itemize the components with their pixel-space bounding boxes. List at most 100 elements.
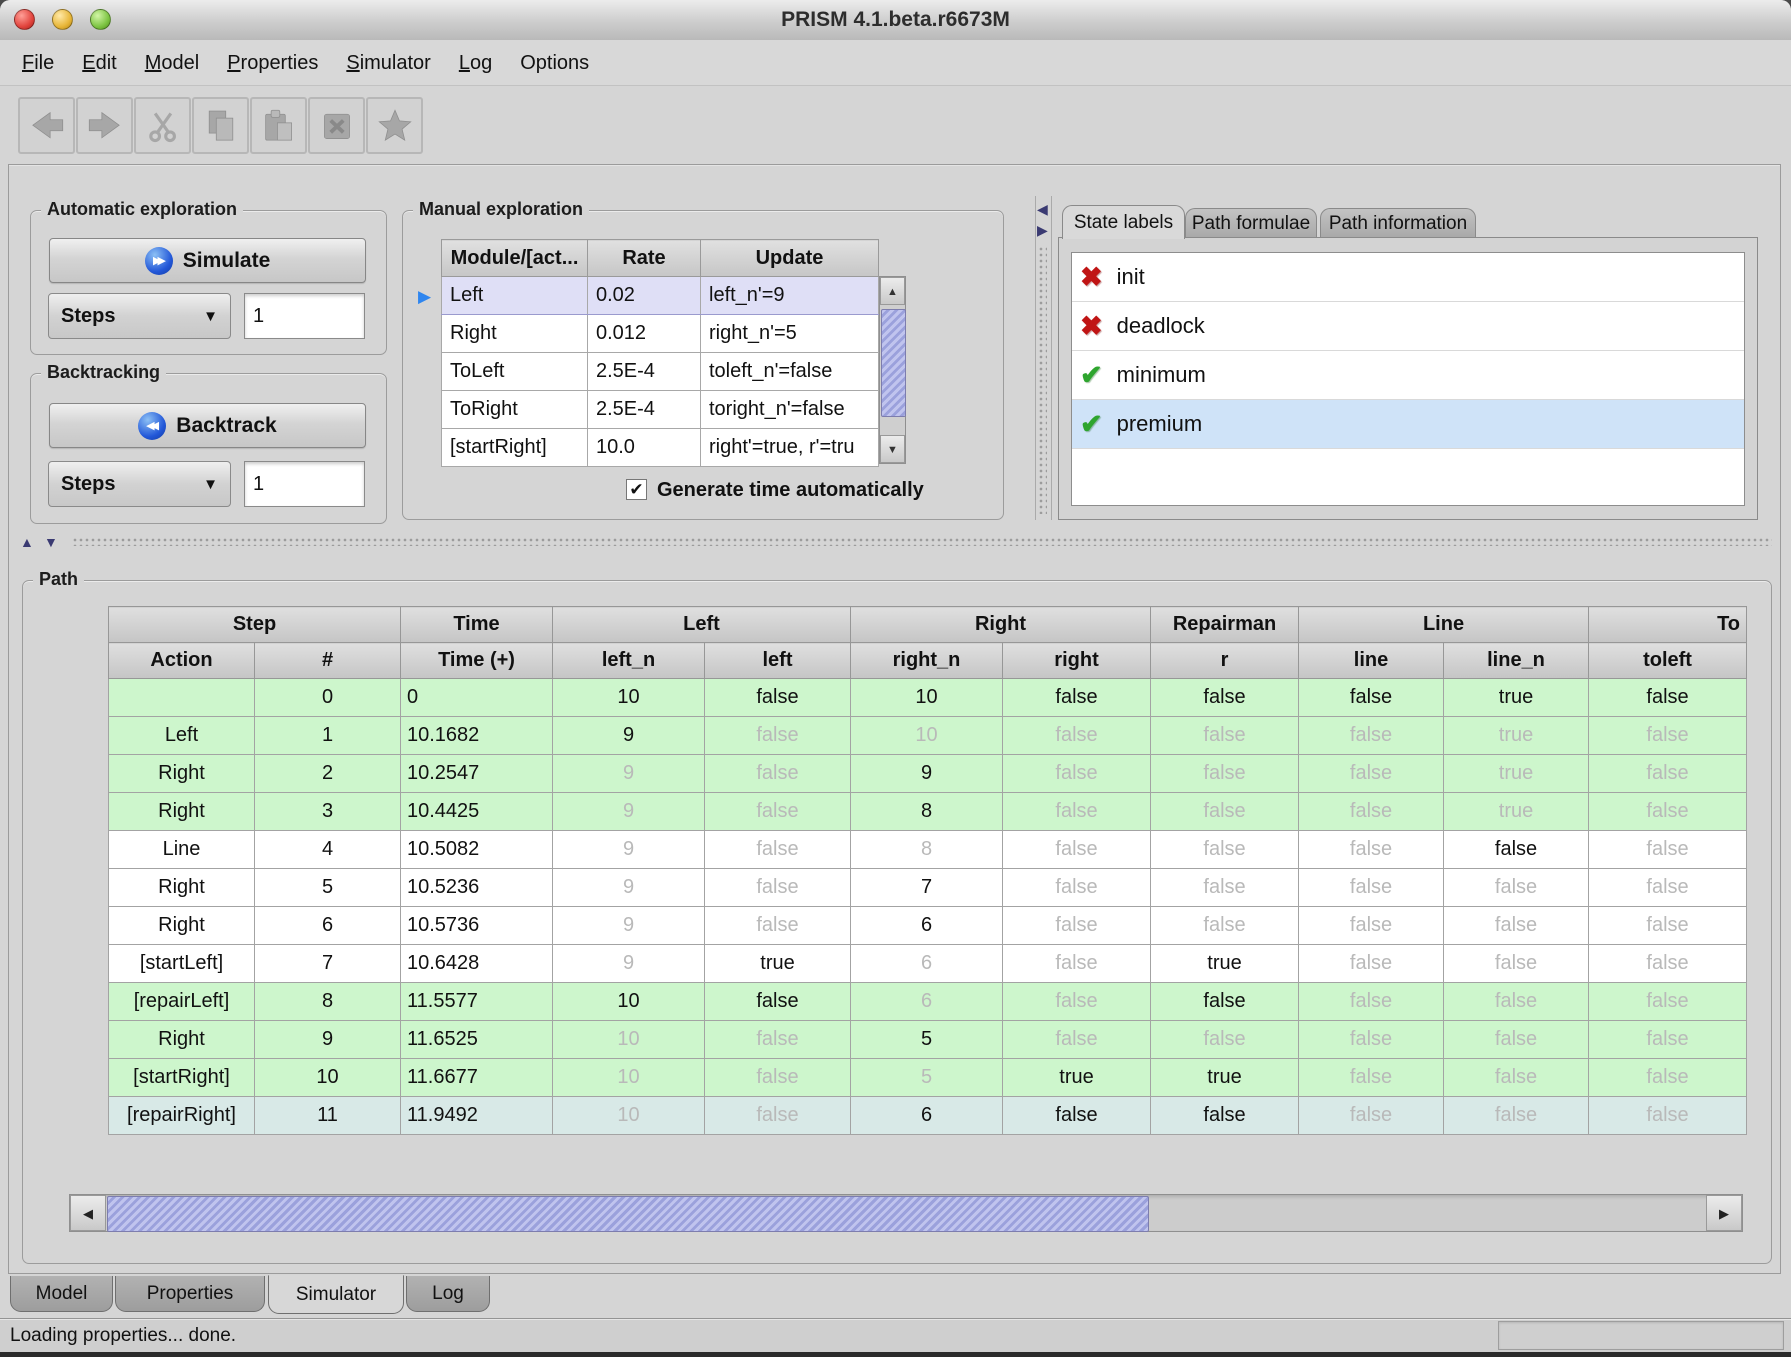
menu-edit[interactable]: Edit <box>68 40 130 86</box>
scroll-right-icon[interactable]: ▶ <box>1706 1195 1742 1231</box>
collapse-right-icon[interactable]: ▶ <box>1037 223 1048 237</box>
path-cell: 10.5736 <box>401 907 553 945</box>
horizontal-splitter[interactable]: ▲ ▼ <box>10 534 1780 549</box>
path-cell: false <box>1589 831 1747 869</box>
path-cell: 0 <box>401 679 553 717</box>
path-col-header-left-n[interactable]: left_n <box>553 643 705 679</box>
toolbar-button-forward[interactable] <box>76 97 133 154</box>
menu-log[interactable]: Log <box>445 40 506 86</box>
manual-cell: 2.5E-4 <box>588 391 701 429</box>
path-col-header-r[interactable]: r <box>1151 643 1299 679</box>
star-icon <box>373 104 417 148</box>
manual-cell: [startRight] <box>442 429 588 467</box>
path-row-9[interactable]: Right911.652510false5falsefalsefalsefals… <box>109 1021 1747 1059</box>
delete-icon <box>315 104 359 148</box>
toolbar-button-copy[interactable] <box>192 97 249 154</box>
toolbar-button-back[interactable] <box>18 97 75 154</box>
path-row-6[interactable]: Right610.57369false6falsefalsefalsefalse… <box>109 907 1747 945</box>
path-cell: false <box>1589 1021 1747 1059</box>
path-col-header-right[interactable]: right <box>1003 643 1151 679</box>
path-cell: false <box>1003 907 1151 945</box>
collapse-down-icon[interactable]: ▼ <box>44 535 58 549</box>
path-col-header-action[interactable]: Action <box>109 643 255 679</box>
state-label-row-deadlock[interactable]: ✖deadlock <box>1072 302 1744 351</box>
path-cell: 9 <box>851 755 1003 793</box>
generate-time-checkbox[interactable]: ✔ <box>626 479 647 500</box>
tab-state-labels[interactable]: State labels <box>1062 205 1185 239</box>
path-col-header-left[interactable]: left <box>705 643 851 679</box>
tab-path-information[interactable]: Path information <box>1320 208 1476 238</box>
scroll-up-icon[interactable]: ▲ <box>880 277 905 305</box>
path-cell: false <box>1589 983 1747 1021</box>
path-row-4[interactable]: Line410.50829false8falsefalsefalsefalsef… <box>109 831 1747 869</box>
backtrack-button[interactable]: ◂◂ Backtrack <box>49 403 366 448</box>
manual-scrollbar-thumb[interactable] <box>881 309 906 417</box>
backtrack-steps-select[interactable]: Steps ▼ <box>48 461 231 507</box>
state-label-row-minimum[interactable]: ✔minimum <box>1072 351 1744 400</box>
path-col-header-line[interactable]: line <box>1299 643 1444 679</box>
simulate-button[interactable]: ▸▸ Simulate <box>49 238 366 283</box>
path-col-header-line-n[interactable]: line_n <box>1444 643 1589 679</box>
toolbar <box>0 86 1791 164</box>
path-cell: 11.6525 <box>401 1021 553 1059</box>
state-label-row-init[interactable]: ✖init <box>1072 253 1744 302</box>
simulate-steps-input[interactable]: 1 <box>244 293 365 339</box>
manual-row-toright[interactable]: ToRight2.5E-4toright_n'=false <box>442 391 879 429</box>
manual-table-scrollbar[interactable]: ▲ ▼ <box>879 276 906 464</box>
path-row-2[interactable]: Right210.25479false9falsefalsefalsetruef… <box>109 755 1747 793</box>
collapse-up-icon[interactable]: ▲ <box>20 535 34 549</box>
state-label-row-premium[interactable]: ✔premium <box>1072 400 1744 449</box>
toolbar-button-cut[interactable] <box>134 97 191 154</box>
path-cell: Line <box>109 831 255 869</box>
toolbar-button-bookmark[interactable] <box>366 97 423 154</box>
backtrack-steps-input[interactable]: 1 <box>244 461 365 507</box>
path-cell: false <box>705 907 851 945</box>
toolbar-button-delete[interactable] <box>308 97 365 154</box>
manual-col-header[interactable]: Module/[act... <box>442 240 588 277</box>
path-row-7[interactable]: [startLeft]710.64289true6falsetruefalsef… <box>109 945 1747 983</box>
path-col-header-toleft[interactable]: toleft <box>1589 643 1747 679</box>
path-col-header-right-n[interactable]: right_n <box>851 643 1003 679</box>
path-scrollbar-thumb[interactable] <box>107 1196 1149 1232</box>
tab-path-formulae[interactable]: Path formulae <box>1185 208 1317 238</box>
path-row-5[interactable]: Right510.52369false7falsefalsefalsefalse… <box>109 869 1747 907</box>
backtracking-group: Backtracking ◂◂ Backtrack Steps ▼ 1 <box>30 373 387 524</box>
collapse-left-icon[interactable]: ◀ <box>1037 202 1048 216</box>
menu-bar: FileEditModelPropertiesSimulatorLogOptio… <box>0 40 1791 86</box>
toolbar-button-paste[interactable] <box>250 97 307 154</box>
path-table-hscrollbar[interactable]: ◀ ▶ <box>69 1194 1743 1232</box>
manual-row-toleft[interactable]: ToLeft2.5E-4toleft_n'=false <box>442 353 879 391</box>
simulate-steps-select[interactable]: Steps ▼ <box>48 293 231 339</box>
menu-properties[interactable]: Properties <box>213 40 332 86</box>
path-cell: false <box>1003 755 1151 793</box>
path-row-11[interactable]: [repairRight]1111.949210false6falsefalse… <box>109 1097 1747 1135</box>
bottom-tab-model[interactable]: Model <box>10 1276 113 1312</box>
manual-row-right[interactable]: Right0.012right_n'=5 <box>442 315 879 353</box>
manual-row-startright[interactable]: [startRight]10.0right'=true, r'=tru <box>442 429 879 467</box>
path-cell: 8 <box>851 831 1003 869</box>
bottom-tab-properties[interactable]: Properties <box>115 1276 265 1312</box>
path-cell: false <box>1299 983 1444 1021</box>
path-row-1[interactable]: Left110.16829false10falsefalsefalsetruef… <box>109 717 1747 755</box>
path-col-header-time[interactable]: Time (+) <box>401 643 553 679</box>
path-row-10[interactable]: [startRight]1011.667710false5truetruefal… <box>109 1059 1747 1097</box>
path-row-8[interactable]: [repairLeft]811.557710false6falsefalsefa… <box>109 983 1747 1021</box>
path-row-3[interactable]: Right310.44259false8falsefalsefalsetruef… <box>109 793 1747 831</box>
manual-col-header[interactable]: Update <box>701 240 879 277</box>
manual-row-left[interactable]: Left0.02left_n'=9 <box>442 277 879 315</box>
menu-simulator[interactable]: Simulator <box>332 40 444 86</box>
path-row-0[interactable]: 0010false10falsefalsefalsetruefalse <box>109 679 1747 717</box>
scroll-down-icon[interactable]: ▼ <box>880 435 905 463</box>
menu-file[interactable]: File <box>8 40 68 86</box>
menu-options[interactable]: Options <box>506 40 603 86</box>
manual-col-header[interactable]: Rate <box>588 240 701 277</box>
bottom-tab-log[interactable]: Log <box>406 1276 490 1312</box>
bottom-tab-simulator[interactable]: Simulator <box>268 1275 404 1314</box>
path-cell: false <box>1003 717 1151 755</box>
scroll-left-icon[interactable]: ◀ <box>70 1195 106 1231</box>
menu-model[interactable]: Model <box>131 40 213 86</box>
path-cell: 5 <box>851 1059 1003 1097</box>
vertical-splitter[interactable]: ◀ ▶ <box>1035 196 1052 520</box>
path-col-header-[interactable]: # <box>255 643 401 679</box>
path-cell: 2 <box>255 755 401 793</box>
